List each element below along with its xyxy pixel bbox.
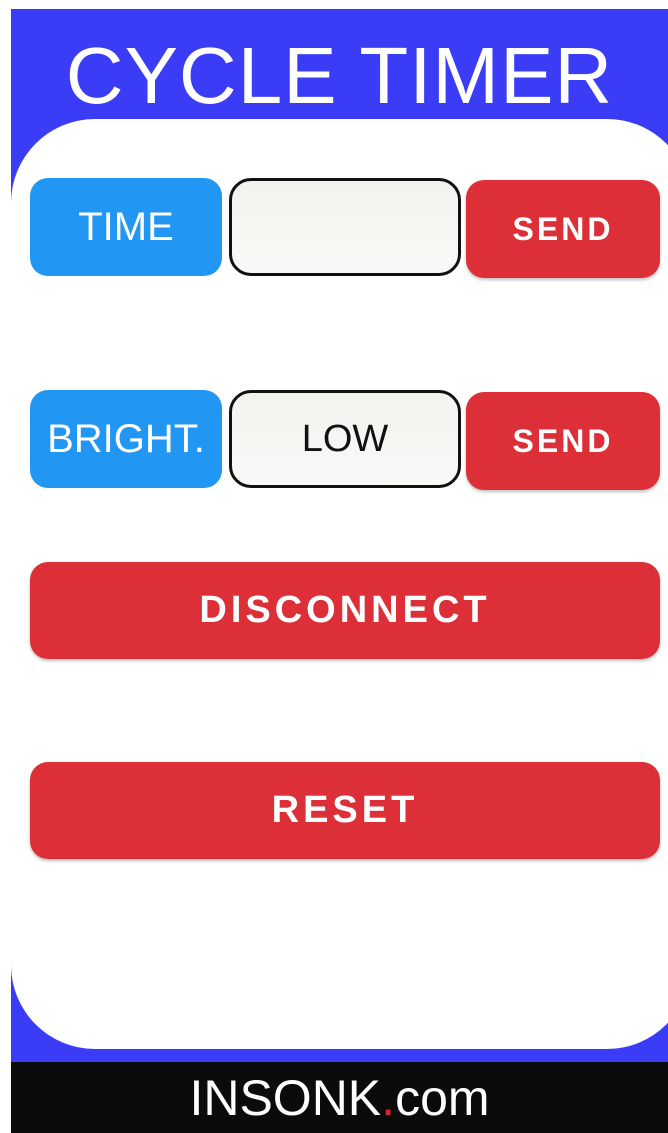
- brand-name: INSONK: [189, 1069, 382, 1126]
- footer-brand: INSONK. com: [11, 1062, 668, 1133]
- app-title: CYCLE TIMER: [65, 31, 614, 120]
- brand-dot: .: [381, 1069, 396, 1126]
- brightness-send-button[interactable]: SEND: [466, 392, 660, 490]
- brightness-input-field[interactable]: LOW: [229, 390, 461, 488]
- time-input-field[interactable]: [229, 178, 461, 276]
- brightness-label-button[interactable]: BRIGHT.: [30, 390, 222, 488]
- reset-button[interactable]: RESET: [30, 762, 660, 859]
- app-screen: CYCLE TIMER TIME SEND BRIGHT. LOW SEND D…: [0, 0, 668, 1133]
- time-label-button[interactable]: TIME: [30, 178, 222, 276]
- disconnect-button[interactable]: DISCONNECT: [30, 562, 660, 659]
- brand-tld: com: [395, 1069, 490, 1126]
- time-send-button[interactable]: SEND: [466, 180, 660, 278]
